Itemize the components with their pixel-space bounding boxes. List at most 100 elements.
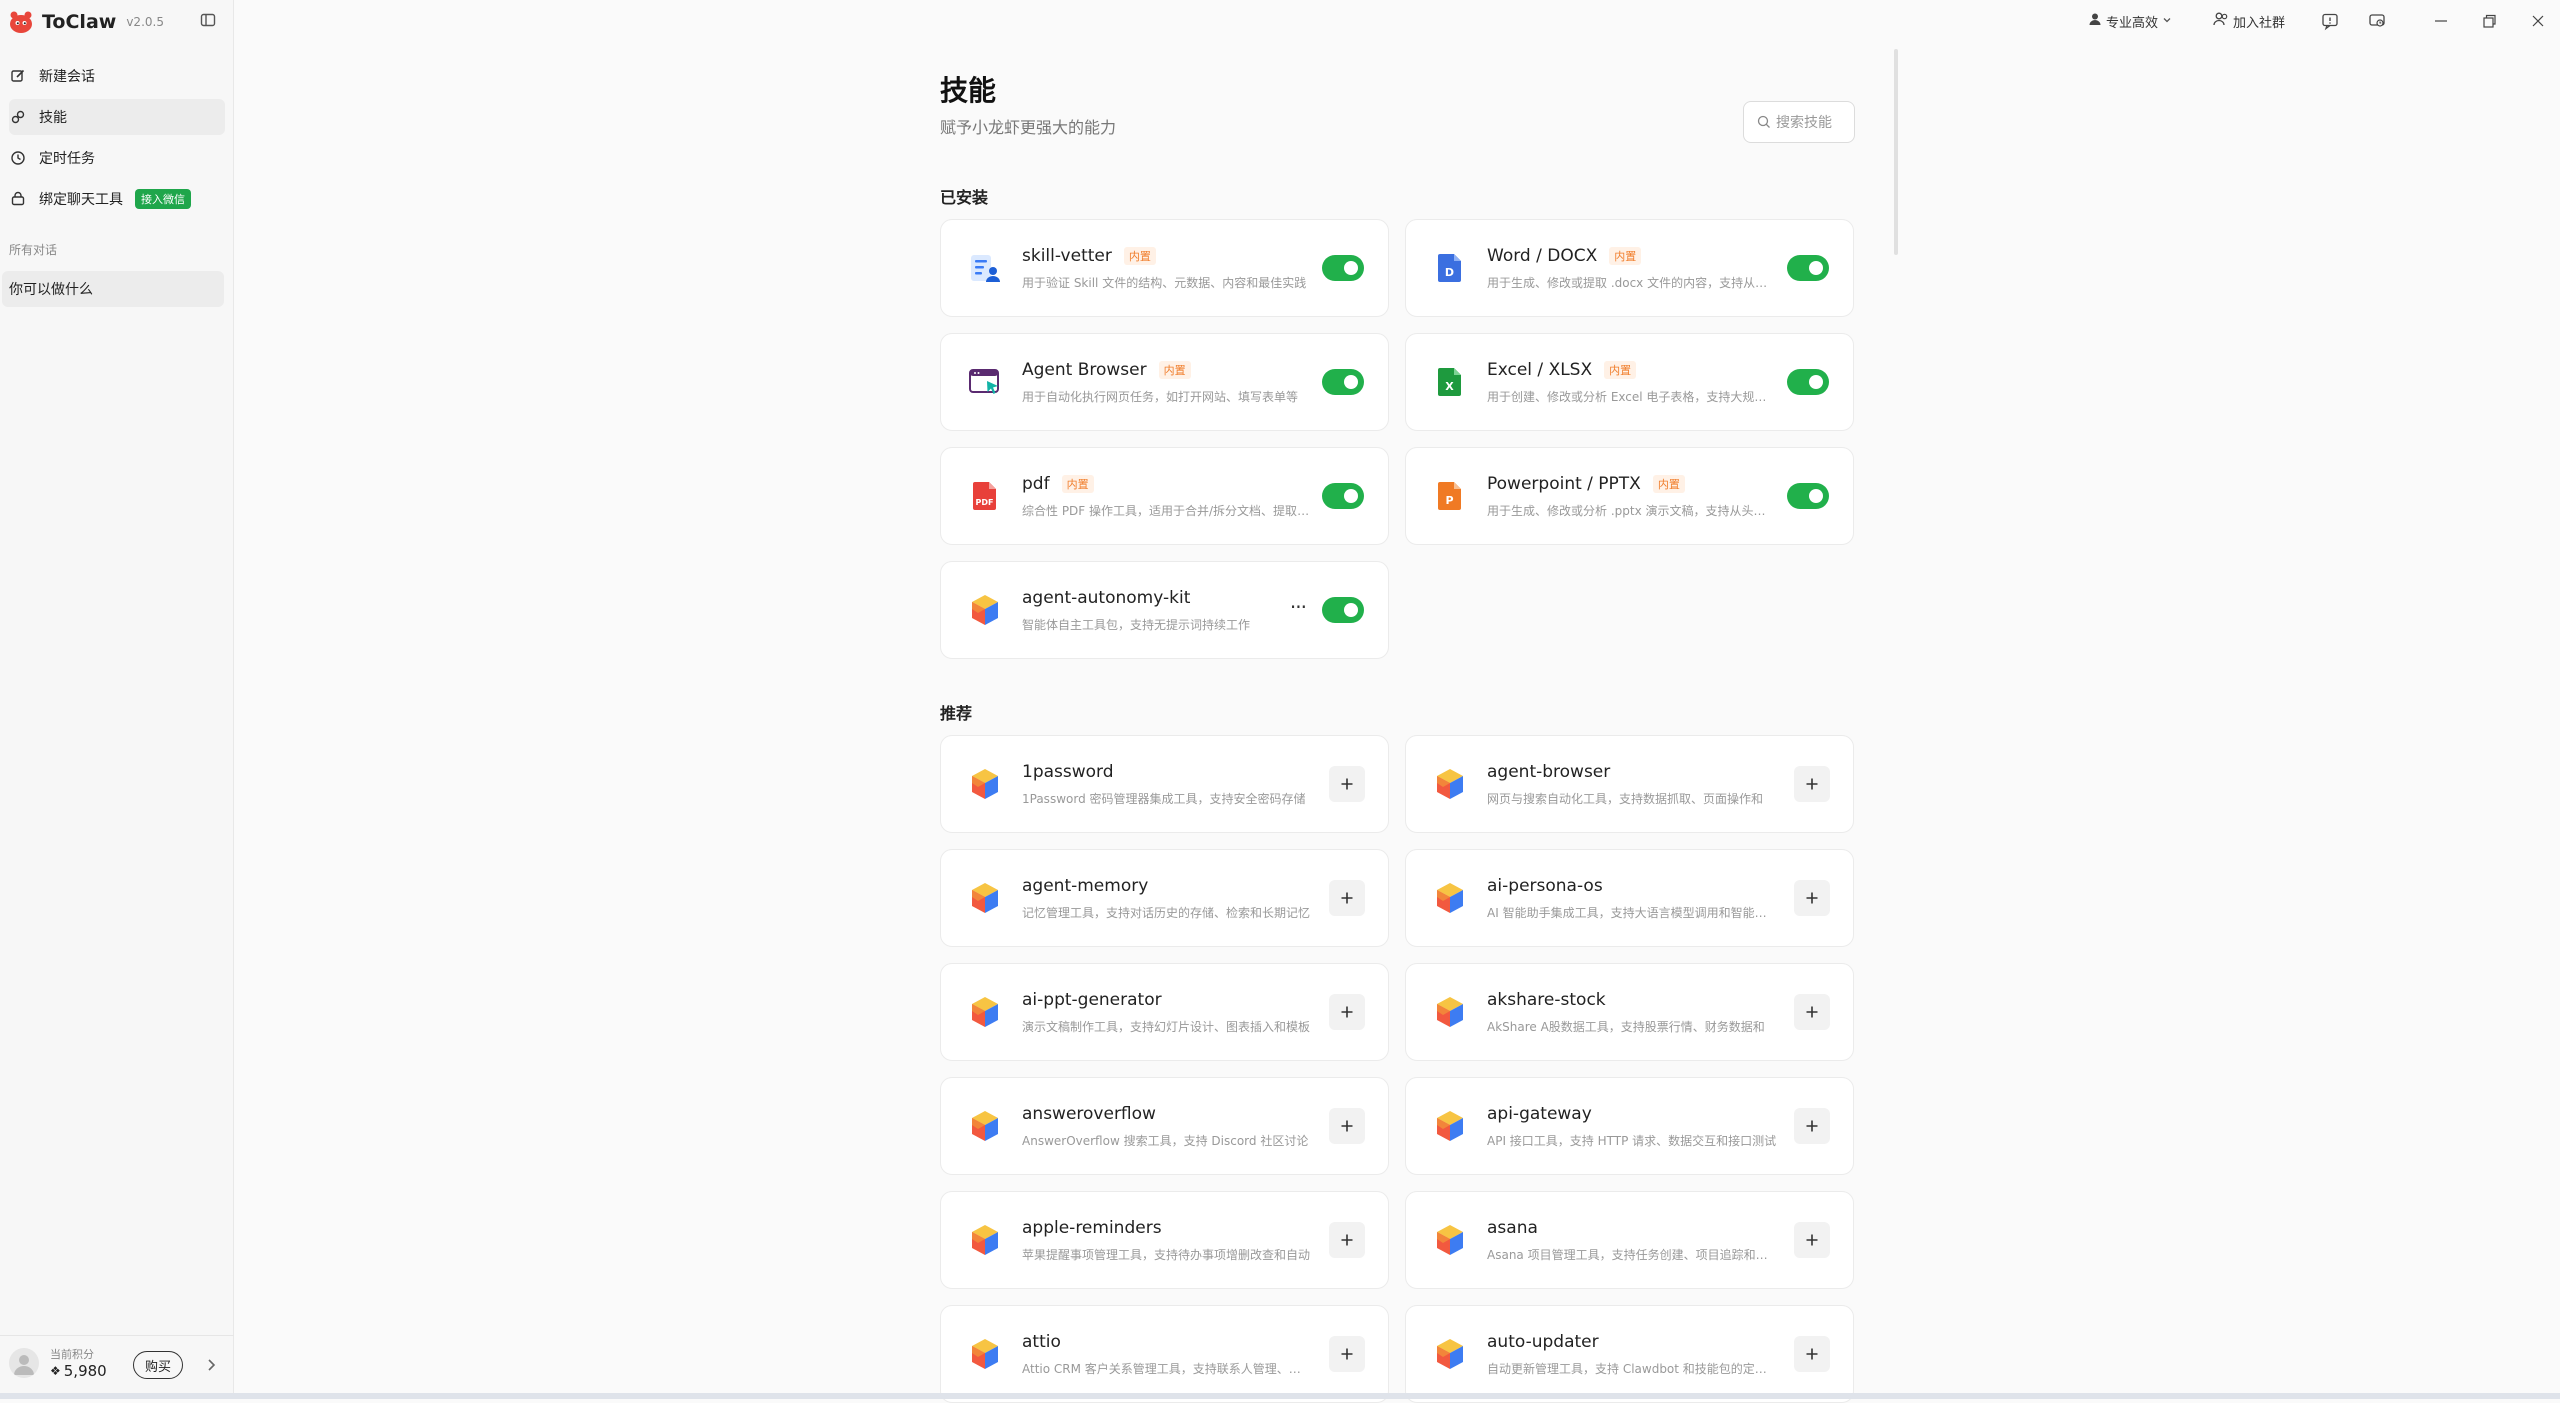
- join-community-button[interactable]: 加入社群: [2213, 10, 2285, 32]
- add-skill-button[interactable]: [1329, 994, 1365, 1030]
- plus-icon: [1806, 778, 1818, 790]
- skill-description: 综合性 PDF 操作工具，适用于合并/拆分文档、提取内容: [1022, 504, 1312, 518]
- recommended-skill-card[interactable]: answeroverflow AnswerOverflow 搜索工具，支持 Dis…: [940, 1077, 1389, 1175]
- installed-skill-card[interactable]: Agent Browser 内置 用于自动化执行网页任务，如打开网站、填写表单等: [940, 333, 1389, 431]
- toclaw-logo-icon: [8, 10, 34, 34]
- installed-skill-card[interactable]: D Word / DOCX 内置 用于生成、修改或提取 .docx 文件的内容，支持从…: [1405, 219, 1854, 317]
- enable-toggle[interactable]: [1322, 255, 1364, 281]
- sidebar-item-label: 新建会话: [39, 69, 95, 85]
- add-skill-button[interactable]: [1329, 1336, 1365, 1372]
- recommended-skill-card[interactable]: api-gateway API 接口工具，支持 HTTP 请求、数据交互和接口测试: [1405, 1077, 1854, 1175]
- skill-description: 1Password 密码管理器集成工具，支持安全密码存储: [1022, 792, 1306, 806]
- conversation-item[interactable]: 你可以做什么: [2, 271, 224, 307]
- sidebar-item-skills[interactable]: 技能: [9, 99, 225, 135]
- skill-name: asana: [1487, 1218, 1538, 1238]
- restore-icon[interactable]: [2479, 11, 2499, 31]
- sidebar-collapse-icon[interactable]: [199, 11, 217, 29]
- mode-selector[interactable]: 专业高效: [2088, 10, 2172, 32]
- cube-icon: [967, 1108, 1003, 1144]
- enable-toggle[interactable]: [1322, 597, 1364, 623]
- word-icon: D: [1432, 250, 1468, 286]
- installed-skill-card[interactable]: PDF pdf 内置 综合性 PDF 操作工具，适用于合并/拆分文档、提取内容: [940, 447, 1389, 545]
- sidebar-nav: 新建会话 技能 定时任务 绑定聊天工具 接入微信: [0, 58, 234, 222]
- enable-toggle[interactable]: [1322, 483, 1364, 509]
- recommended-skill-card[interactable]: auto-updater 自动更新管理工具，支持 Clawdbot 和技能包的定时…: [1405, 1305, 1854, 1403]
- wechat-badge[interactable]: 接入微信: [135, 189, 191, 209]
- recommended-skill-card[interactable]: akshare-stock AkShare A股数据工具，支持股票行情、财务数据和: [1405, 963, 1854, 1061]
- recommended-skill-card[interactable]: agent-browser 网页与搜索自动化工具，支持数据抓取、页面操作和: [1405, 735, 1854, 833]
- skill-name: agent-memory: [1022, 876, 1149, 896]
- buy-button[interactable]: 购买: [133, 1351, 183, 1379]
- minimize-icon[interactable]: [2431, 11, 2451, 31]
- recommended-skill-card[interactable]: apple-reminders 苹果提醒事项管理工具，支持待办事项增删改查和自动: [940, 1191, 1389, 1289]
- recommended-skill-card[interactable]: ai-ppt-generator 演示文稿制作工具，支持幻灯片设计、图表插入和模板: [940, 963, 1389, 1061]
- builtin-tag: 内置: [1604, 361, 1637, 379]
- skill-title: attio: [1022, 1332, 1061, 1352]
- more-options-icon[interactable]: ···: [1290, 595, 1307, 619]
- points-icon: ❖: [50, 1364, 61, 1378]
- enable-toggle[interactable]: [1787, 255, 1829, 281]
- add-skill-button[interactable]: [1794, 1336, 1830, 1372]
- builtin-tag: 内置: [1061, 475, 1094, 493]
- recommended-skill-card[interactable]: asana Asana 项目管理工具，支持任务创建、项目追踪和团队: [1405, 1191, 1854, 1289]
- plus-icon: [1341, 1120, 1353, 1132]
- pdf-icon: PDF: [967, 478, 1003, 514]
- recommended-skill-card[interactable]: agent-memory 记忆管理工具，支持对话历史的存储、检索和长期记忆: [940, 849, 1389, 947]
- sidebar-item-bind-chat-tool[interactable]: 绑定聊天工具 接入微信: [9, 181, 225, 217]
- add-skill-button[interactable]: [1329, 766, 1365, 802]
- clock-icon: [9, 149, 27, 167]
- add-skill-button[interactable]: [1794, 766, 1830, 802]
- search-input[interactable]: 搜索技能: [1743, 101, 1855, 143]
- search-placeholder: 搜索技能: [1776, 115, 1832, 131]
- enable-toggle[interactable]: [1787, 483, 1829, 509]
- skill-description: 记忆管理工具，支持对话历史的存储、检索和长期记忆: [1022, 906, 1311, 920]
- scrollbar[interactable]: [1894, 49, 1898, 255]
- page-subtitle: 赋予小龙虾更强大的能力: [940, 117, 1117, 137]
- recommended-skill-card[interactable]: 1password 1Password 密码管理器集成工具，支持安全密码存储: [940, 735, 1389, 833]
- brand: ToClaw v2.0.5: [8, 8, 164, 36]
- add-skill-button[interactable]: [1794, 880, 1830, 916]
- builtin-tag: 内置: [1158, 361, 1191, 379]
- sidebar-item-new-chat[interactable]: 新建会话: [9, 58, 225, 94]
- app-name: ToClaw: [42, 11, 117, 33]
- cube-icon: [1432, 994, 1468, 1030]
- cube-icon: [1432, 766, 1468, 802]
- installed-skill-card[interactable]: P Powerpoint / PPTX 内置 用于生成、修改或分析 .pptx 演示文…: [1405, 447, 1854, 545]
- add-skill-button[interactable]: [1794, 994, 1830, 1030]
- points-label: 当前积分: [50, 1348, 94, 1361]
- add-skill-button[interactable]: [1794, 1108, 1830, 1144]
- add-skill-button[interactable]: [1329, 880, 1365, 916]
- screen-share-icon[interactable]: [2367, 11, 2387, 31]
- enable-toggle[interactable]: [1787, 369, 1829, 395]
- skill-title: auto-updater: [1487, 1332, 1599, 1352]
- recommended-skill-card[interactable]: ai-persona-os AI 智能助手集成工具，支持大语言模型调用和智能对话: [1405, 849, 1854, 947]
- installed-skill-card[interactable]: X Excel / XLSX 内置 用于创建、修改或分析 Excel 电子表格，支持大…: [1405, 333, 1854, 431]
- enable-toggle[interactable]: [1322, 369, 1364, 395]
- skill-name: Word / DOCX: [1487, 246, 1598, 266]
- join-community-label: 加入社群: [2233, 15, 2286, 31]
- skill-description: 智能体自主工具包，支持无提示词持续工作: [1022, 618, 1251, 632]
- installed-skill-card[interactable]: skill-vetter 内置 用于验证 Skill 文件的结构、元数据、内容和最佳…: [940, 219, 1389, 317]
- user-mode-icon: [2088, 12, 2102, 30]
- plus-icon: [1341, 1006, 1353, 1018]
- add-skill-button[interactable]: [1329, 1108, 1365, 1144]
- sidebar-item-scheduled[interactable]: 定时任务: [9, 140, 225, 176]
- cube-icon: [967, 1222, 1003, 1258]
- add-skill-button[interactable]: [1329, 1222, 1365, 1258]
- avatar[interactable]: [9, 1348, 39, 1378]
- skill-name: agent-browser: [1487, 762, 1611, 782]
- skill-description: 用于自动化执行网页任务，如打开网站、填写表单等: [1022, 390, 1299, 404]
- chevron-right-icon[interactable]: [205, 1356, 219, 1374]
- skill-description: 演示文稿制作工具，支持幻灯片设计、图表插入和模板: [1022, 1020, 1311, 1034]
- sidebar-item-label: 定时任务: [39, 151, 95, 167]
- browser-icon: [967, 364, 1003, 400]
- recommended-skill-card[interactable]: attio Attio CRM 客户关系管理工具，支持联系人管理、销售: [940, 1305, 1389, 1403]
- installed-skill-card[interactable]: agent-autonomy-kit 智能体自主工具包，支持无提示词持续工作 ···: [940, 561, 1389, 659]
- edit-icon: [9, 67, 27, 85]
- feedback-icon[interactable]: [2320, 11, 2340, 31]
- plus-icon: [1806, 1006, 1818, 1018]
- points-value: ❖ 5,980: [50, 1362, 107, 1380]
- search-icon: [1756, 114, 1772, 130]
- add-skill-button[interactable]: [1794, 1222, 1830, 1258]
- close-icon[interactable]: [2528, 11, 2548, 31]
